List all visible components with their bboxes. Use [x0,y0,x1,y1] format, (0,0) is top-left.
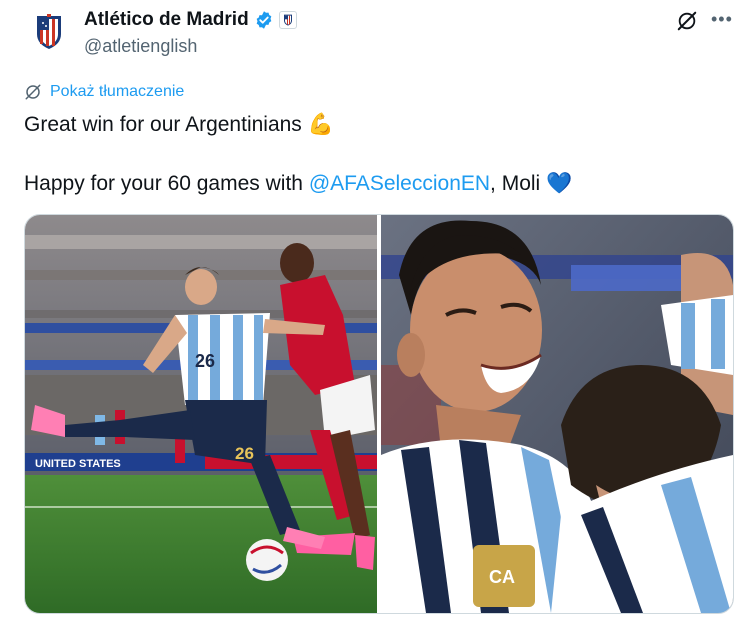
tweet-text-line-1: Great win for our Argentinians 💪 [24,113,334,137]
show-translation-label: Pokaż tłumaczenie [50,83,185,100]
author-avatar[interactable] [25,8,73,56]
more-options-button[interactable]: ••• [711,9,733,30]
atletico-crest-icon [37,14,61,49]
left-jersey-number: 26 [195,351,215,371]
tweet-text-1: Great win for our Argentinians [24,113,302,136]
verified-badge-icon[interactable] [254,10,274,30]
author-display-name[interactable]: Atlético de Madrid [84,9,249,31]
media-grid: UNITED STATES 26 26 CA [24,214,734,614]
translate-globe-icon [25,84,41,100]
show-translation-link[interactable]: Pokaż tłumaczenie [24,83,184,101]
author-handle[interactable]: @atletienglish [84,36,197,57]
blue-heart-emoji: 💙 [546,172,573,195]
flexed-biceps-emoji: 💪 [307,113,334,136]
tweet-text-line-2: Happy for your 60 games with @AFASelecci… [24,172,572,196]
photo-2[interactable]: CA [381,215,733,613]
tweet-text-2-suffix: , Moli [490,172,541,195]
mention-link[interactable]: @AFASeleccionEN [309,172,490,196]
svg-text:UNITED STATES: UNITED STATES [35,458,121,470]
svg-text:CA: CA [489,567,515,587]
tweet-text-2-prefix: Happy for your 60 games with [24,172,303,195]
tweet-card: Atlético de Madrid @atletienglish ••• Po… [0,0,750,625]
photo-1[interactable]: UNITED STATES 26 26 [25,215,377,613]
affiliate-badge-icon[interactable] [278,11,297,29]
grok-icon[interactable] [676,10,698,32]
author-name-row: Atlético de Madrid [84,9,297,31]
